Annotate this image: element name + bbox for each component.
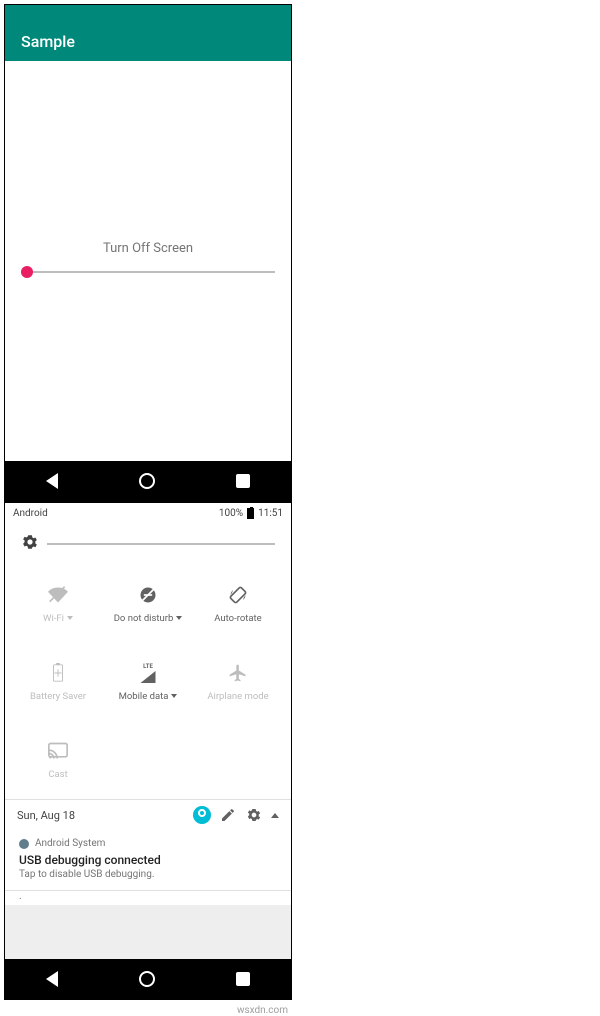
brightness-row (5, 523, 291, 559)
left-phone-frame: Sample Turn Off Screen (4, 4, 292, 502)
app-bar: Sample (5, 5, 291, 61)
settings-gear-icon[interactable] (21, 533, 39, 555)
notification-title: USB debugging connected (19, 853, 277, 867)
settings-icon[interactable] (245, 806, 263, 824)
dnd-icon (138, 585, 158, 605)
brightness-slider[interactable] (47, 543, 275, 545)
navigation-bar (5, 461, 291, 501)
right-phone-frame: Android 100% 11:51 Wi-Fi Do not disturb … (4, 502, 292, 1000)
qs-dnd-label: Do not disturb (114, 613, 174, 624)
chevron-down-icon (171, 694, 177, 698)
notification-text: Tap to disable USB debugging. (19, 869, 277, 880)
qs-battery-saver[interactable]: Battery Saver (13, 643, 103, 721)
cast-icon (48, 741, 68, 761)
notification-app-name: Android System (35, 838, 105, 849)
qs-autorotate[interactable]: Auto-rotate (193, 565, 283, 643)
footer-date: Sun, Aug 18 (17, 809, 75, 822)
qs-footer: Sun, Aug 18 (5, 799, 291, 830)
edit-icon[interactable] (219, 806, 237, 824)
chevron-down-icon (67, 616, 73, 620)
airplane-icon (228, 663, 248, 683)
qs-airplane[interactable]: Airplane mode (193, 643, 283, 721)
back-button[interactable] (46, 473, 58, 489)
battery-percentage: 100% (219, 508, 243, 519)
qs-dnd[interactable]: Do not disturb (103, 565, 193, 643)
lte-badge: LTE (143, 663, 153, 670)
chevron-down-icon (176, 616, 182, 620)
recent-apps-button[interactable] (236, 972, 250, 986)
android-system-icon (19, 839, 29, 849)
qs-airplane-label: Airplane mode (207, 691, 268, 702)
qs-battery-saver-label: Battery Saver (30, 691, 86, 702)
navigation-bar (5, 959, 291, 999)
main-content: Turn Off Screen (5, 61, 291, 461)
home-button[interactable] (139, 971, 155, 987)
back-button[interactable] (46, 971, 58, 987)
battery-icon (247, 508, 254, 519)
user-icon[interactable] (193, 806, 211, 824)
app-title: Sample (21, 32, 75, 51)
expand-icon[interactable] (271, 813, 279, 818)
battery-saver-icon (48, 663, 68, 683)
mobile-data-icon: LTE (138, 663, 158, 683)
qs-cast-label: Cast (48, 769, 67, 780)
clock: 11:51 (258, 508, 283, 519)
recent-apps-button[interactable] (236, 474, 250, 488)
quick-settings-grid: Wi-Fi Do not disturb Auto-rotate Battery… (5, 559, 291, 721)
status-bar: Android 100% 11:51 (5, 503, 291, 523)
watermark: wsxdn.com (237, 1005, 288, 1016)
quick-settings-row-2: Cast (5, 721, 291, 799)
notification-collapsed[interactable]: . (5, 891, 291, 905)
seekbar-thumb[interactable] (21, 266, 33, 278)
qs-wifi-label: Wi-Fi (43, 613, 64, 624)
autorotate-icon (228, 585, 248, 605)
turn-off-screen-label[interactable]: Turn Off Screen (103, 241, 193, 256)
notification-app-row: Android System (19, 838, 277, 849)
qs-autorotate-label: Auto-rotate (214, 613, 261, 624)
seekbar-track (21, 271, 275, 273)
home-button[interactable] (139, 473, 155, 489)
qs-mobile-data[interactable]: LTE Mobile data (103, 643, 193, 721)
qs-mobile-data-label: Mobile data (119, 691, 169, 702)
seekbar[interactable] (21, 262, 275, 282)
carrier-label: Android (13, 508, 219, 519)
qs-cast[interactable]: Cast (13, 721, 103, 799)
wifi-icon (48, 585, 68, 605)
notification-card[interactable]: Android System USB debugging connected T… (5, 830, 291, 891)
qs-wifi[interactable]: Wi-Fi (13, 565, 103, 643)
notification-shade: Android System USB debugging connected T… (5, 830, 291, 959)
